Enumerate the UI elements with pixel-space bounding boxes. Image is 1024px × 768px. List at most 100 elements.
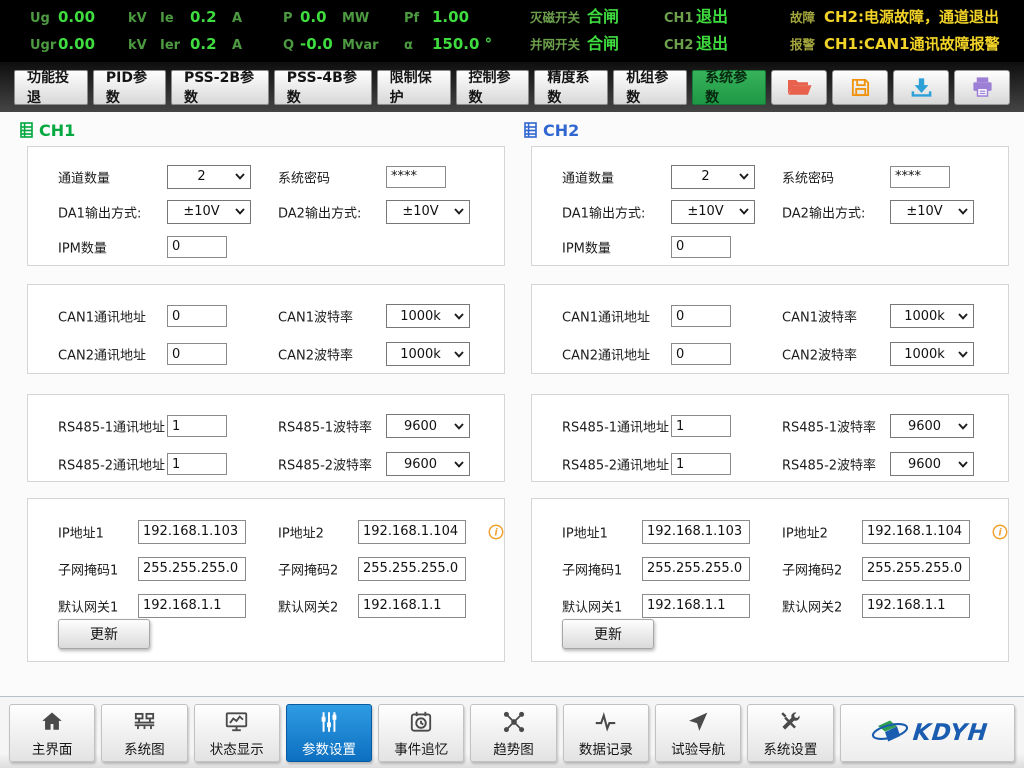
ch1-rs485-2-address-input[interactable] <box>167 453 227 475</box>
ch1-rs485-1-baudrate-select[interactable]: 9600 <box>386 414 470 438</box>
field-label: 系统密码 <box>278 167 330 186</box>
measurement-value: 0.2 <box>190 31 230 57</box>
ch2-system-password-input[interactable] <box>890 166 950 188</box>
tab-control-params[interactable]: 控制参数 <box>456 70 530 105</box>
alarm-label: 报警 <box>790 32 824 58</box>
ch1-subnet-mask-1-input[interactable] <box>138 557 246 581</box>
chevron-down-icon <box>454 423 464 430</box>
select-value: 1000k <box>387 309 454 324</box>
info-icon[interactable]: i <box>992 524 1008 540</box>
ch2-can2-baudrate-select[interactable]: 1000k <box>890 342 974 366</box>
nav-event-recall[interactable]: 事件追忆 <box>378 704 464 762</box>
ch1-rs485-1-address-input[interactable] <box>167 415 227 437</box>
main-navbar: 主界面系统图状态显示参数设置事件追忆趋势图数据记录试验导航系统设置KDYH <box>0 696 1024 768</box>
ch2-rs485-1-baudrate-select[interactable]: 9600 <box>890 414 974 438</box>
form-row: 通道数量2系统密码 <box>532 159 1008 194</box>
field-label: 默认网关1 <box>562 596 622 615</box>
breaker-value: 合闸 <box>587 4 619 30</box>
ch2-default-gateway-2-input[interactable] <box>862 594 970 618</box>
ch1-ip-address-2-input[interactable] <box>358 520 466 544</box>
nav-label: 趋势图 <box>493 738 534 758</box>
ch2-default-gateway-1-input[interactable] <box>642 594 750 618</box>
ch2-subnet-mask-2-input[interactable] <box>862 557 970 581</box>
ch1-ip-address-1-input[interactable] <box>138 520 246 544</box>
monitor-icon <box>223 708 250 736</box>
nav-label: 试验导航 <box>671 738 725 758</box>
field-label: RS485-1波特率 <box>782 417 876 436</box>
ch1-ipm-count-input[interactable] <box>167 236 227 258</box>
download-button[interactable] <box>893 70 949 105</box>
ch1-can1-address-input[interactable] <box>167 305 227 327</box>
field-label: IPM数量 <box>58 237 107 256</box>
ch1-da1-output-mode-select[interactable]: ±10V <box>167 200 251 224</box>
ch2-can2-address-input[interactable] <box>671 343 731 365</box>
tab-pss4b-params[interactable]: PSS-4B参数 <box>274 70 372 105</box>
form-row: CAN2通讯地址CAN2波特率1000k <box>532 335 1008 373</box>
ch1-can2-baudrate-select[interactable]: 1000k <box>386 342 470 366</box>
tab-pid-params[interactable]: PID参数 <box>93 70 166 105</box>
ch2-can1-baudrate-select[interactable]: 1000k <box>890 304 974 328</box>
ch2-ip-address-1-input[interactable] <box>642 520 750 544</box>
ch1-rs485-2-baudrate-select[interactable]: 9600 <box>386 452 470 476</box>
select-value: 1000k <box>891 309 958 324</box>
field-label: DA1输出方式: <box>562 202 645 221</box>
save-button[interactable] <box>832 70 888 105</box>
nav-status-display[interactable]: 状态显示 <box>194 704 280 762</box>
field-label: RS485-1通讯地址 <box>562 417 669 436</box>
ch1-subnet-mask-2-input[interactable] <box>358 557 466 581</box>
ch2-rs485-2-baudrate-select[interactable]: 9600 <box>890 452 974 476</box>
system-parameters-page: CH1通道数量2系统密码DA1输出方式:±10VDA2输出方式:±10VIPM数… <box>0 112 1024 696</box>
ch2-ip-address-2-input[interactable] <box>862 520 970 544</box>
tab-function-toggle[interactable]: 功能投退 <box>14 70 88 105</box>
field-label: RS485-2通讯地址 <box>58 455 165 474</box>
nav-trend-chart[interactable]: 趋势图 <box>470 704 556 762</box>
tab-limit-protection[interactable]: 限制保护 <box>377 70 451 105</box>
ch2-da1-output-mode-select[interactable]: ±10V <box>671 200 755 224</box>
tab-unit-params[interactable]: 机组参数 <box>613 70 687 105</box>
channel-title-ch1: CH1 <box>20 112 511 142</box>
field-label: 默认网关1 <box>58 596 118 615</box>
ch1-can2-address-input[interactable] <box>167 343 227 365</box>
ch1-update-button[interactable]: 更新 <box>58 619 150 649</box>
nav-parameter-settings[interactable]: 参数设置 <box>286 704 372 762</box>
tab-system-params[interactable]: 系统参数 <box>692 70 766 105</box>
measurement-label: Ie <box>160 6 190 32</box>
ch2-channel-count-select[interactable]: 2 <box>671 165 755 189</box>
ch2-can1-address-input[interactable] <box>671 305 731 327</box>
ch2-subnet-mask-1-input[interactable] <box>642 557 750 581</box>
field-label: DA2输出方式: <box>782 202 865 221</box>
open-file-button[interactable] <box>771 70 827 105</box>
breaker-value: 合闸 <box>587 31 619 57</box>
tab-pss2b-params[interactable]: PSS-2B参数 <box>171 70 269 105</box>
field-label: 子网掩码1 <box>562 559 622 578</box>
tools-icon <box>777 708 803 736</box>
ch1-default-gateway-1-input[interactable] <box>138 594 246 618</box>
ch1-default-gateway-2-input[interactable] <box>358 594 466 618</box>
chevron-down-icon <box>739 173 749 180</box>
ch1-da2-output-mode-select[interactable]: ±10V <box>386 200 470 224</box>
ch2-update-button[interactable]: 更新 <box>562 619 654 649</box>
chevron-down-icon <box>958 461 968 468</box>
nav-system-diagram[interactable]: 系统图 <box>101 704 187 762</box>
field-label: CAN2通讯地址 <box>58 345 146 364</box>
nav-data-record[interactable]: 数据记录 <box>563 704 649 762</box>
print-button[interactable] <box>954 70 1010 105</box>
ch2-rs485-2-address-input[interactable] <box>671 453 731 475</box>
field-label: RS485-2波特率 <box>278 455 372 474</box>
field-label: 通道数量 <box>58 167 110 186</box>
chevron-down-icon <box>235 208 245 215</box>
ch1-can1-baudrate-select[interactable]: 1000k <box>386 304 470 328</box>
nav-test-navigation[interactable]: 试验导航 <box>655 704 741 762</box>
ch1-system-password-input[interactable] <box>386 166 446 188</box>
ch2-rs485-1-address-input[interactable] <box>671 415 731 437</box>
nav-main[interactable]: 主界面 <box>9 704 95 762</box>
ch1-channel-count-select[interactable]: 2 <box>167 165 251 189</box>
field-label: CAN1通讯地址 <box>562 307 650 326</box>
ch2-da2-output-mode-select[interactable]: ±10V <box>890 200 974 224</box>
nav-system-settings[interactable]: 系统设置 <box>747 704 833 762</box>
tab-precision-coeff[interactable]: 精度系数 <box>534 70 608 105</box>
field-label: IP地址2 <box>782 522 828 541</box>
form-row: RS485-1通讯地址 RS485-1波特率 9600 <box>532 407 1008 445</box>
info-icon[interactable]: i <box>488 524 504 540</box>
ch2-ipm-count-input[interactable] <box>671 236 731 258</box>
